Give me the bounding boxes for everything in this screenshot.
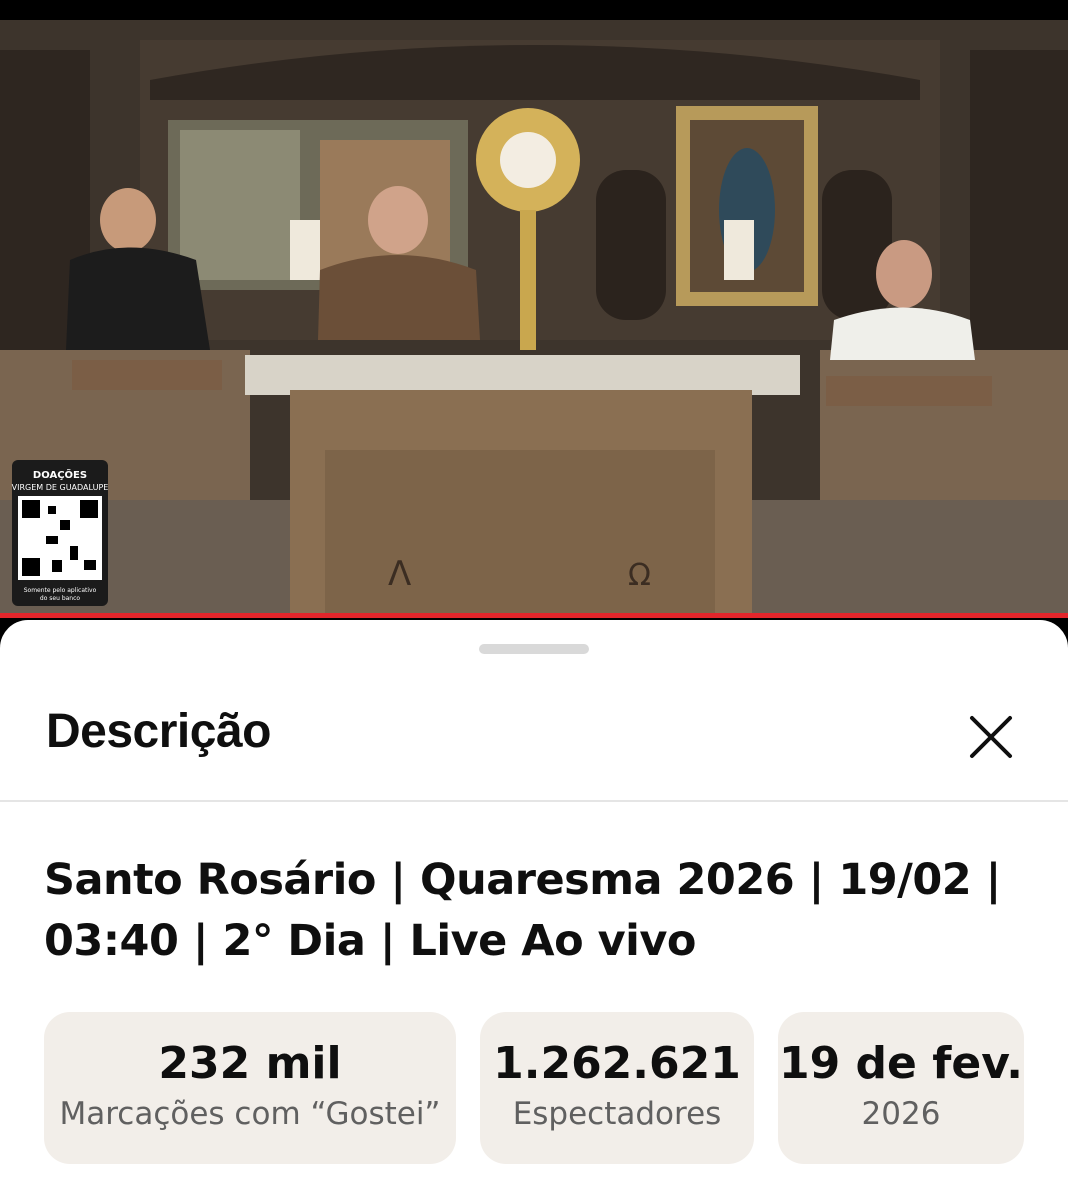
description-sheet: Descrição Santo Rosário | Quaresma 2026 … xyxy=(0,620,1068,1200)
close-icon xyxy=(970,716,1012,758)
close-button[interactable] xyxy=(960,706,1022,768)
donation-note-2: do seu banco xyxy=(40,595,81,602)
video-progress-bar[interactable] xyxy=(0,613,1068,618)
drag-handle[interactable] xyxy=(479,644,589,654)
date-stat: 19 de fev. 2026 xyxy=(778,1012,1024,1164)
divider xyxy=(0,800,1068,802)
likes-stat: 232 mil Marcações com “Gostei” xyxy=(44,1012,456,1164)
sheet-title: Descrição xyxy=(46,705,271,758)
views-count: 1.262.621 xyxy=(493,1038,741,1089)
video-title-line-1: Santo Rosário | Quaresma 2026 | 19/02 | xyxy=(44,855,1001,905)
video-title-line-2: 03:40 | 2° Dia | Live Ao vivo xyxy=(44,916,696,966)
date-value: 19 de fev. xyxy=(779,1038,1023,1089)
video-title: Santo Rosário | Quaresma 2026 | 19/02 | … xyxy=(44,850,1004,972)
donation-qr-overlay: DOAÇÕES VIRGEM DE GUADALUPE Somente pelo… xyxy=(12,460,109,606)
omega-symbol: Ω xyxy=(628,558,651,593)
video-player[interactable]: Λ Ω DOAÇÕES VIRGEM DE GUADALUPE Somente … xyxy=(0,20,1068,616)
alpha-symbol: Λ xyxy=(388,554,411,594)
donation-title: DOAÇÕES xyxy=(33,468,87,481)
donation-subtitle: VIRGEM DE GUADALUPE xyxy=(12,483,109,492)
donation-note-1: Somente pelo aplicativo xyxy=(24,587,97,594)
likes-label: Marcações com “Gostei” xyxy=(59,1096,441,1132)
date-year: 2026 xyxy=(861,1096,941,1132)
views-stat: 1.262.621 Espectadores xyxy=(480,1012,754,1164)
likes-count: 232 mil xyxy=(158,1038,342,1089)
views-label: Espectadores xyxy=(512,1096,722,1132)
video-frame-scene: Λ Ω DOAÇÕES VIRGEM DE GUADALUPE Somente … xyxy=(0,20,1068,616)
